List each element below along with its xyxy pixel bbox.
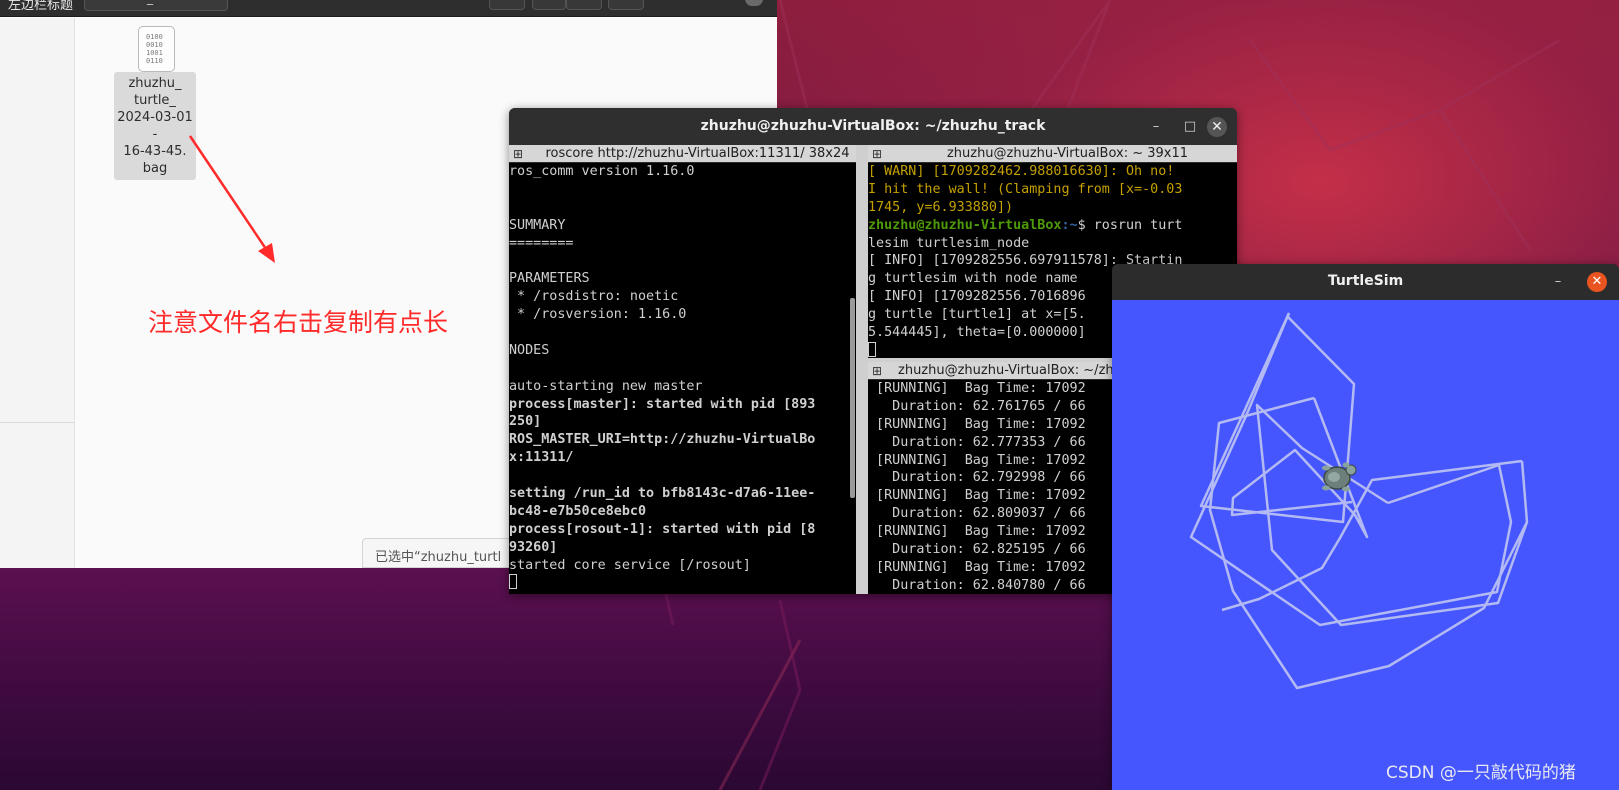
view-toggle-button[interactable] (532, 0, 566, 10)
turtlesim-title: TurtleSim (1327, 273, 1404, 289)
pane-splitter[interactable] (856, 145, 868, 594)
terminal-line: bc48-e7b50ce8ebc0 (509, 503, 647, 519)
terminal-line: ros_comm version 1.16.0 (509, 164, 695, 179)
turtlesim-pane-title: zhuzhu@zhuzhu-VirtualBox: ~ 39x11 (946, 146, 1189, 161)
turtlesim-canvas (1112, 300, 1619, 790)
terminal-line: process[rosout-1]: started with pid [8 (509, 521, 816, 537)
prompt-user: zhuzhu@zhuzhu-VirtualBox (868, 217, 1062, 233)
terminal-titlebar[interactable]: zhuzhu@zhuzhu-VirtualBox: ~/zhuzhu_track… (509, 108, 1237, 145)
binary-file-icon: 0100 0010 1001 0110 (138, 26, 175, 72)
location-bar[interactable]: _ (84, 0, 228, 11)
annotation-text: 注意文件名右击复制有点长 (148, 308, 449, 337)
roscore-scrollbar[interactable] (850, 298, 855, 498)
sidebar-divider (0, 422, 75, 423)
selection-status-label: 已选中“zhuzhu_turtl (362, 538, 522, 568)
prompt-path: :~ (1061, 217, 1078, 233)
terminal-line: SUMMARY (509, 217, 566, 233)
turtlesim-pane-header[interactable]: ⊞ zhuzhu@zhuzhu-VirtualBox: ~ 39x11 (868, 145, 1237, 162)
terminal-prompt-line: zhuzhu@zhuzhu-VirtualBox:~$ rosrun turt (868, 217, 1237, 235)
terminal-line: auto-starting new master (509, 378, 703, 394)
roscore-pane-header[interactable]: ⊞ roscore http://zhuzhu-VirtualBox:11311… (509, 145, 856, 162)
close-icon[interactable]: ✕ (1207, 117, 1227, 137)
maximize-icon[interactable]: □ (1180, 117, 1200, 137)
file-manager-sidebar (0, 18, 75, 568)
file-manager-sidebar-title: 左边栏标题 (8, 0, 74, 13)
terminal-line: * /rosdistro: noetic (509, 289, 679, 305)
search-button[interactable] (489, 0, 525, 10)
csdn-watermark: CSDN @一只敲代码的猪 (1386, 763, 1576, 783)
terminal-line: * /rosversion: 1.16.0 (509, 307, 687, 323)
pane-grid-icon: ⊞ (513, 147, 524, 161)
file-manager-close-button[interactable] (745, 0, 763, 6)
turtle-icon (1322, 462, 1357, 492)
file-manager-headerbar: 左边栏标题 _ (0, 0, 777, 17)
terminal-line: started core service [/rosout] (509, 557, 751, 573)
terminal-line: lesim turtlesim_node (868, 235, 1030, 251)
menu-button[interactable] (608, 0, 644, 10)
minimize-icon[interactable]: – (1548, 272, 1568, 292)
terminal-warn-line: 1745, y=6.933880]) (868, 199, 1014, 215)
terminal-warn-line: [ WARN] [1709282462.988016630]: Oh no! (868, 164, 1175, 179)
roscore-terminal-pane[interactable]: ros_comm version 1.16.0 SUMMARY ========… (509, 163, 856, 594)
pane-grid-icon: ⊞ (872, 147, 883, 161)
minimize-icon[interactable]: – (1146, 117, 1166, 137)
red-arrow-annotation (188, 135, 275, 263)
turtlesim-window: TurtleSim – ✕ (1112, 264, 1619, 790)
terminal-cursor-line (509, 574, 856, 592)
terminal-line: 93260] (509, 539, 558, 555)
terminal-line: process[master]: started with pid [893 (509, 396, 816, 412)
terminal-line: ROS_MASTER_URI=http://zhuzhu-VirtualBo (509, 432, 816, 448)
terminal-line: NODES (509, 342, 550, 358)
view-options-button[interactable] (566, 0, 602, 10)
roscore-pane-title: roscore http://zhuzhu-VirtualBox:11311/ … (545, 146, 850, 161)
pane-grid-icon: ⊞ (872, 364, 883, 378)
terminal-line: setting /run_id to bfb8143c-d7a6-11ee- (509, 486, 816, 502)
close-icon[interactable]: ✕ (1587, 272, 1607, 292)
turtle-trail (1189, 312, 1529, 690)
terminal-line: 250] (509, 414, 542, 430)
terminal-cursor (868, 341, 876, 357)
terminal-line: x:11311/ (509, 450, 574, 466)
terminal-cursor (509, 574, 517, 590)
prompt-command: $ rosrun turt (1077, 217, 1183, 233)
terminal-warn-line: I hit the wall! (Clamping from [x=-0.03 (868, 181, 1183, 197)
terminal-line: PARAMETERS (509, 271, 590, 287)
terminal-line: ======== (509, 235, 574, 251)
terminal-title: zhuzhu@zhuzhu-VirtualBox: ~/zhuzhu_track (700, 118, 1046, 134)
location-text: _ (147, 0, 153, 5)
